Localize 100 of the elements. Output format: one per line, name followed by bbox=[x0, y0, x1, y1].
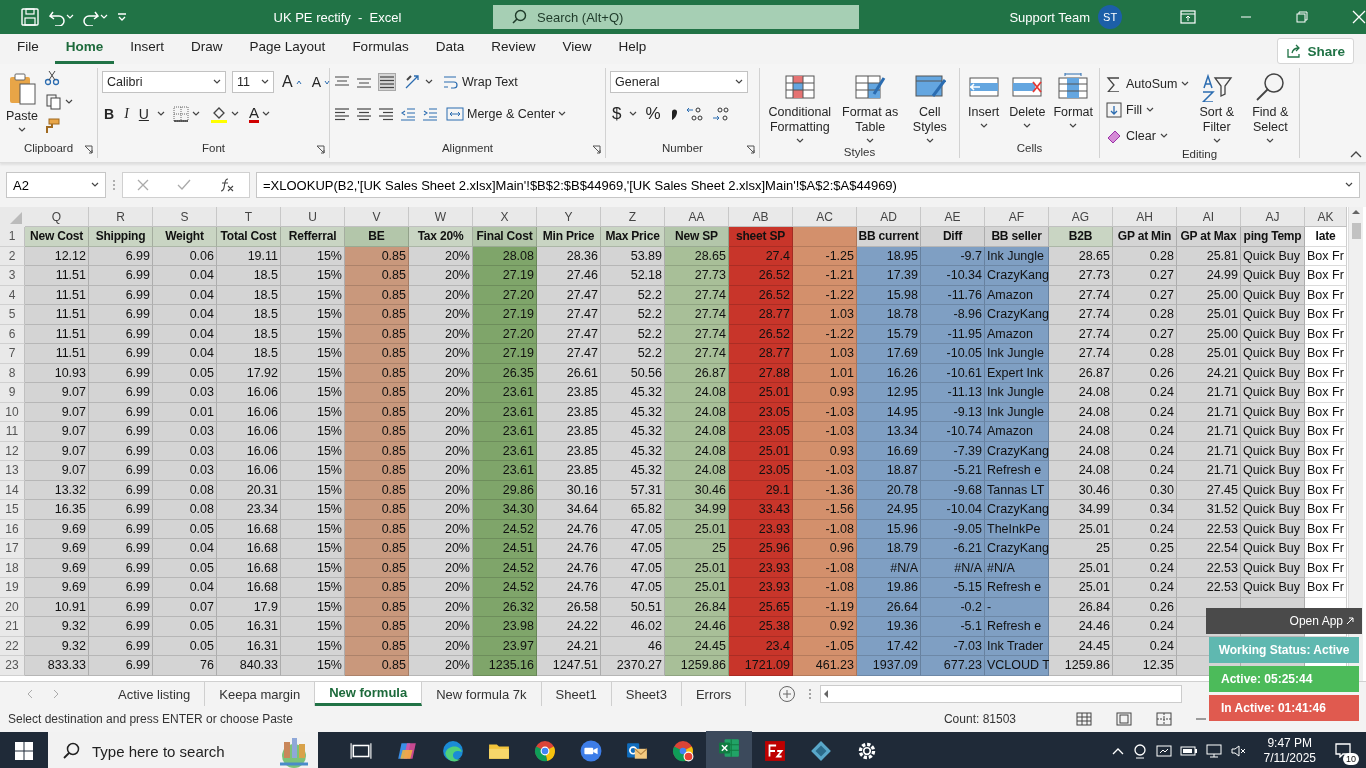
row-header[interactable]: 9 bbox=[0, 383, 25, 403]
browser-icon[interactable] bbox=[534, 740, 556, 762]
caret-icon[interactable] bbox=[91, 182, 99, 188]
add-sheet-icon[interactable] bbox=[778, 685, 797, 703]
column-header[interactable]: AB bbox=[729, 207, 793, 227]
user-avatar[interactable]: ST bbox=[1098, 5, 1123, 29]
align-center-icon[interactable] bbox=[356, 106, 372, 122]
column-header[interactable]: AJ bbox=[1241, 207, 1305, 227]
caret-icon[interactable] bbox=[425, 79, 433, 85]
ftp-client-icon[interactable] bbox=[764, 740, 786, 762]
network-icon[interactable] bbox=[1155, 743, 1172, 759]
caret-icon[interactable] bbox=[735, 79, 743, 85]
align-right-icon[interactable] bbox=[378, 106, 394, 122]
decrease-decimal-icon[interactable] bbox=[710, 105, 731, 123]
caret-icon[interactable] bbox=[1069, 123, 1078, 129]
style-button[interactable]: Cell Styles bbox=[904, 70, 955, 146]
caret-icon[interactable] bbox=[230, 111, 239, 117]
page-layout-view-icon[interactable] bbox=[1116, 712, 1132, 726]
windows-start-icon[interactable] bbox=[15, 742, 33, 760]
column-header[interactable]: S bbox=[153, 207, 217, 227]
editing-menu-button[interactable]: Find & Select bbox=[1245, 70, 1295, 146]
caret-icon[interactable] bbox=[979, 123, 988, 129]
cells-button[interactable]: Delete bbox=[1007, 70, 1048, 131]
caret-icon[interactable] bbox=[213, 79, 221, 85]
battery-icon[interactable] bbox=[1179, 745, 1198, 757]
caret-icon[interactable] bbox=[261, 79, 269, 85]
spreadsheet-icon[interactable] bbox=[718, 737, 740, 759]
copy-icon[interactable] bbox=[45, 94, 62, 110]
align-left-icon[interactable] bbox=[334, 106, 350, 122]
column-header[interactable]: AG bbox=[1049, 207, 1113, 227]
column-header[interactable]: Q bbox=[25, 207, 89, 227]
caret-icon[interactable] bbox=[629, 111, 638, 117]
percent-button[interactable]: % bbox=[643, 102, 663, 126]
caret-icon[interactable] bbox=[1181, 81, 1190, 87]
row-header[interactable]: 3 bbox=[0, 266, 25, 286]
column-header[interactable]: Z bbox=[601, 207, 665, 227]
format-painter-icon[interactable] bbox=[43, 118, 60, 134]
number-format-dropdown[interactable]: General bbox=[610, 71, 748, 93]
collapse-ribbon-icon[interactable] bbox=[1350, 150, 1362, 158]
speaker-muted-icon[interactable] bbox=[1229, 743, 1246, 759]
column-header[interactable]: AK bbox=[1305, 207, 1347, 227]
caret-icon[interactable] bbox=[18, 127, 26, 133]
column-header[interactable]: AH bbox=[1113, 207, 1177, 227]
notifications-icon[interactable] bbox=[1334, 741, 1352, 758]
grow-font-button[interactable]: A bbox=[280, 71, 304, 93]
column-header[interactable]: T bbox=[217, 207, 281, 227]
name-box[interactable]: A2 bbox=[6, 172, 106, 198]
column-header[interactable]: AE bbox=[921, 207, 985, 227]
wrap-text-button[interactable]: Wrap Text bbox=[441, 72, 520, 92]
caret-icon[interactable] bbox=[1212, 138, 1221, 144]
currency-button[interactable]: $ bbox=[610, 102, 624, 126]
copilot-icon[interactable] bbox=[396, 740, 418, 762]
column-header[interactable]: X bbox=[473, 207, 537, 227]
browser-icon[interactable] bbox=[672, 740, 694, 762]
italic-button[interactable]: I bbox=[122, 104, 131, 124]
row-header[interactable]: 19 bbox=[0, 578, 25, 598]
formula-field[interactable]: =XLOOKUP(B2,'[UK Sales Sheet 2.xlsx]Main'!$B$2:$B$44969,'[UK Sales Sheet 2.xlsx]Main'!$A$2:$A$44969) bbox=[256, 172, 1360, 198]
column-header[interactable]: Y bbox=[537, 207, 601, 227]
video-call-icon[interactable] bbox=[580, 740, 602, 762]
ribbon-tab[interactable]: View bbox=[551, 39, 603, 64]
row-header[interactable]: 13 bbox=[0, 461, 25, 481]
close-icon[interactable] bbox=[1352, 10, 1366, 24]
save-icon[interactable] bbox=[19, 7, 40, 27]
underline-button[interactable]: U bbox=[136, 104, 151, 124]
column-header[interactable]: AC bbox=[793, 207, 857, 227]
row-header[interactable]: 21 bbox=[0, 617, 25, 637]
normal-view-icon[interactable] bbox=[1076, 712, 1092, 726]
editing-button[interactable]: AutoSum bbox=[1104, 72, 1188, 96]
row-header[interactable]: 5 bbox=[0, 305, 25, 325]
ribbon-tab[interactable]: Insert bbox=[119, 39, 176, 64]
ribbon-tab[interactable]: Formulas bbox=[341, 39, 420, 64]
show-hidden-icons-icon[interactable] bbox=[1111, 747, 1124, 755]
increase-decimal-icon[interactable] bbox=[684, 105, 705, 123]
column-header[interactable]: AA bbox=[665, 207, 729, 227]
function-icon[interactable] bbox=[219, 178, 235, 192]
dialog-launcher-icon[interactable] bbox=[746, 145, 755, 154]
restore-icon[interactable] bbox=[1296, 11, 1309, 23]
ribbon-tab[interactable]: File bbox=[6, 39, 50, 64]
webcam-icon[interactable] bbox=[1131, 743, 1148, 759]
style-button[interactable]: Format as Table bbox=[839, 70, 901, 146]
caret-icon[interactable] bbox=[795, 138, 804, 144]
row-header[interactable]: 15 bbox=[0, 500, 25, 520]
scroll-up-icon[interactable] bbox=[1351, 207, 1361, 217]
cells-button[interactable]: Insert bbox=[964, 70, 1004, 131]
gear-icon[interactable] bbox=[856, 740, 878, 762]
caret-icon[interactable] bbox=[925, 138, 934, 144]
ribbon-tab[interactable]: Data bbox=[424, 39, 476, 64]
row-header[interactable]: 23 bbox=[0, 656, 25, 676]
row-header[interactable]: 17 bbox=[0, 539, 25, 559]
column-header[interactable]: V bbox=[345, 207, 409, 227]
column-header[interactable]: AI bbox=[1177, 207, 1241, 227]
dialog-launcher-icon[interactable] bbox=[84, 145, 93, 154]
monitor-icon[interactable] bbox=[1205, 743, 1222, 759]
row-header[interactable]: 7 bbox=[0, 344, 25, 364]
editing-button[interactable]: Clear bbox=[1104, 124, 1188, 148]
font-name-dropdown[interactable]: Calibri bbox=[102, 71, 226, 93]
caret-icon[interactable] bbox=[1145, 107, 1154, 113]
dialog-launcher-icon[interactable] bbox=[592, 145, 601, 154]
row-header[interactable]: 1 bbox=[0, 227, 25, 247]
editing-menu-button[interactable]: Sort & Filter bbox=[1192, 70, 1242, 146]
